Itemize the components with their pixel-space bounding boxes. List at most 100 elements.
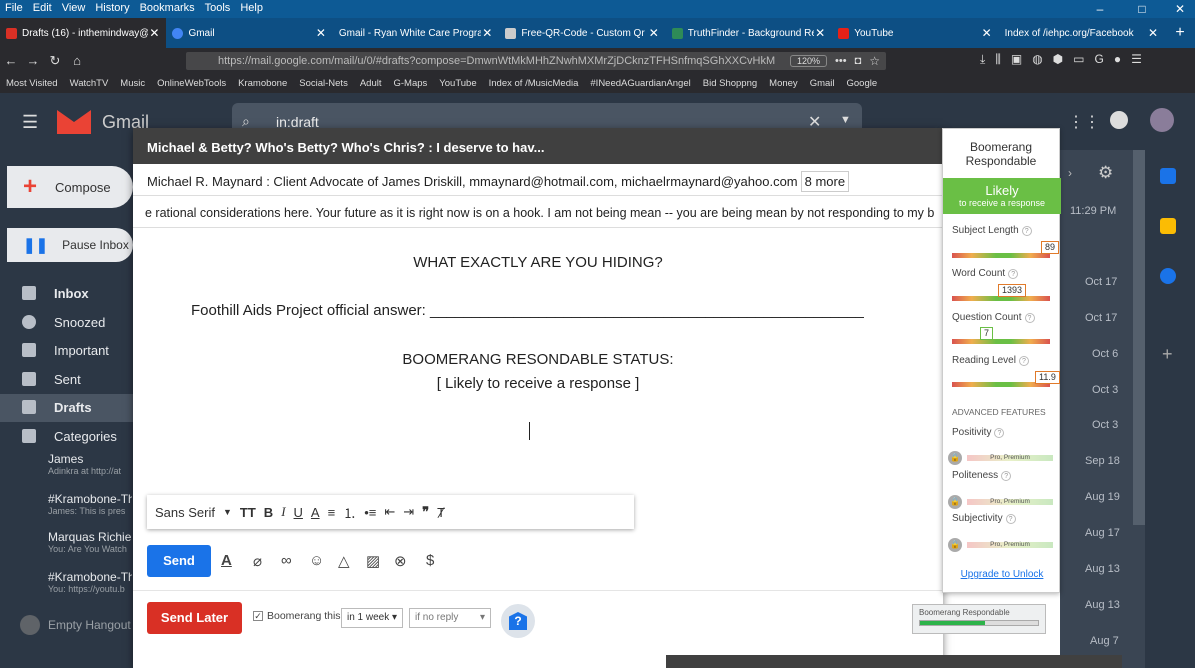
bookmark-youtube[interactable]: YouTube xyxy=(439,78,476,89)
maximize-button[interactable]: □ xyxy=(1127,0,1157,18)
boomerang-time-select[interactable]: in 1 week ▾ xyxy=(341,608,403,628)
bookmark-onlinewebtools[interactable]: OnlineWebTools xyxy=(157,78,226,89)
bookmark-bid-shopping[interactable]: Bid Shoppng xyxy=(703,78,757,89)
compose-title[interactable]: Michael & Betty? Who's Betty? Who's Chri… xyxy=(133,128,943,164)
remove-formatting-icon[interactable]: Ⱦ xyxy=(437,505,445,520)
help-icon[interactable]: ? xyxy=(1005,514,1016,524)
chat-item[interactable]: James Adinkra at http://at xyxy=(20,452,132,476)
bookmark-g-maps[interactable]: G-Maps xyxy=(393,78,427,89)
boomerang-this-checkbox[interactable]: ✓ Boomerang this xyxy=(253,610,341,622)
upgrade-link[interactable]: Upgrade to Unlock xyxy=(943,569,1061,580)
text-size-icon[interactable]: TT xyxy=(240,505,256,520)
bookmark-kramobone[interactable]: Kramobone xyxy=(238,78,287,89)
download-icon[interactable]: ⤓ xyxy=(980,52,985,67)
close-tab-icon[interactable]: ✕ xyxy=(981,26,993,40)
sidebar-item-drafts[interactable]: Drafts xyxy=(22,397,92,417)
add-addon-icon[interactable]: + xyxy=(1162,344,1173,365)
boomerang-help-button[interactable]: ? xyxy=(501,604,535,638)
help-icon[interactable]: ? xyxy=(1008,269,1019,279)
bookmark-money[interactable]: Money xyxy=(769,78,798,89)
page-actions-icon[interactable]: ••• xyxy=(835,55,847,67)
indent-more-icon[interactable]: ⇥ xyxy=(403,504,414,520)
compose-button[interactable]: + Compose xyxy=(7,166,133,208)
home-icon[interactable]: ⌂ xyxy=(66,53,88,68)
help-icon[interactable]: ? xyxy=(994,428,1005,438)
body-line-answer[interactable]: Foothill Aids Project official answer: _… xyxy=(191,302,951,319)
extension-icon[interactable]: ◍ xyxy=(1032,52,1042,67)
message-list-scrollbar[interactable] xyxy=(1133,150,1145,525)
avatar[interactable] xyxy=(1150,108,1174,132)
new-tab-button[interactable]: + xyxy=(1165,18,1195,48)
bookmark-adult[interactable]: Adult xyxy=(360,78,382,89)
settings-gear-icon[interactable]: ⚙ xyxy=(1098,163,1113,183)
forward-icon[interactable]: → xyxy=(22,53,44,68)
menu-bookmarks[interactable]: Bookmarks xyxy=(135,0,200,18)
body-line-status[interactable]: BOOMERANG RESONDABLE STATUS: xyxy=(133,351,943,368)
close-tab-icon[interactable]: ✕ xyxy=(481,26,493,40)
back-icon[interactable]: ← xyxy=(0,53,22,68)
help-icon[interactable]: ? xyxy=(1018,356,1029,366)
photo-icon[interactable]: ▨ xyxy=(366,552,380,570)
body-line-likely[interactable]: [ Likely to receive a response ] xyxy=(133,375,943,392)
subject-field[interactable]: e rational considerations here. Your fut… xyxy=(133,196,943,228)
chat-item[interactable]: #Kramobone-Th James: This is pres xyxy=(20,492,132,516)
indent-less-icon[interactable]: ⇤ xyxy=(384,504,395,520)
money-icon[interactable]: $ xyxy=(426,552,434,569)
pocket-icon[interactable]: ◘ xyxy=(855,55,862,67)
sidebar-item-important[interactable]: Important xyxy=(22,340,109,360)
reload-icon[interactable]: ↻ xyxy=(44,53,66,69)
sidebar-item-categories[interactable]: Categories xyxy=(22,426,117,446)
help-icon[interactable]: ? xyxy=(1024,313,1035,323)
menu-tools[interactable]: Tools xyxy=(200,0,236,18)
search-options-icon[interactable]: ▼ xyxy=(840,114,851,126)
close-tab-icon[interactable]: ✕ xyxy=(315,26,327,40)
bookmark-most-visited[interactable]: Most Visited xyxy=(6,78,58,89)
tab-ryan-white[interactable]: Gmail - Ryan White Care Program ✕ xyxy=(333,18,499,48)
close-tab-icon[interactable]: ✕ xyxy=(814,26,826,40)
menu-view[interactable]: View xyxy=(57,0,91,18)
boomerang-respondable-toggle[interactable]: Boomerang Respondable xyxy=(912,604,1046,634)
main-menu-icon[interactable]: ☰ xyxy=(22,112,38,133)
calendar-icon[interactable] xyxy=(1160,168,1176,184)
keep-icon[interactable] xyxy=(1160,218,1176,234)
font-select[interactable]: Sans Serif xyxy=(155,505,215,520)
url-text[interactable]: https://mail.google.com/mail/u/0/#drafts… xyxy=(218,55,790,67)
apps-grid-icon[interactable]: ⋮⋮ xyxy=(1068,112,1100,132)
bookmark-musicmedia[interactable]: Index of /MusicMedia xyxy=(489,78,579,89)
notifications-icon[interactable] xyxy=(1110,111,1128,129)
menu-file[interactable]: File xyxy=(0,0,28,18)
bookmark-gmail[interactable]: Gmail xyxy=(810,78,835,89)
extension-g-icon[interactable]: G xyxy=(1095,52,1104,67)
library-icon[interactable]: ⫼ xyxy=(995,52,1001,67)
next-page-icon[interactable]: › xyxy=(1068,166,1072,180)
pause-inbox-button[interactable]: ❚❚ Pause Inbox xyxy=(7,228,133,262)
chat-item[interactable]: #Kramobone-Th You: https://youtu.b xyxy=(20,570,132,594)
minimize-button[interactable]: – xyxy=(1085,0,1115,18)
extension-screen-icon[interactable]: ▭ xyxy=(1073,52,1084,67)
tasks-icon[interactable] xyxy=(1160,268,1176,284)
tab-index-facebook[interactable]: Index of /iehpc.org/Facebook ✕ xyxy=(999,18,1165,48)
sidebar-item-sent[interactable]: Sent xyxy=(22,369,81,389)
close-tab-icon[interactable]: ✕ xyxy=(1147,26,1159,40)
font-dropdown-icon[interactable]: ▼ xyxy=(223,507,232,517)
close-tab-icon[interactable]: ✕ xyxy=(648,26,660,40)
bookmark-star-icon[interactable]: ☆ xyxy=(869,54,880,68)
menu-history[interactable]: History xyxy=(90,0,134,18)
drive-icon[interactable]: △ xyxy=(338,552,350,570)
zoom-level[interactable]: 120% xyxy=(789,55,828,67)
close-window-button[interactable]: ✕ xyxy=(1165,0,1195,18)
chat-item[interactable]: Marquas Richie You: Are You Watch xyxy=(20,530,132,554)
bookmark-google[interactable]: Google xyxy=(847,78,878,89)
emoji-icon[interactable]: ☺ xyxy=(309,552,324,569)
tab-drafts[interactable]: Drafts (16) - inthemindway@g...✕ xyxy=(0,18,167,48)
boomerang-condition-select[interactable]: if no reply ▾ xyxy=(409,608,491,628)
bookmark-watchtv[interactable]: WatchTV xyxy=(70,78,109,89)
underline-icon[interactable]: U xyxy=(294,505,303,520)
to-field[interactable]: Michael R. Maynard : Client Advocate of … xyxy=(133,164,943,196)
bookmark-music[interactable]: Music xyxy=(120,78,145,89)
bulleted-list-icon[interactable]: •≡ xyxy=(364,505,376,520)
help-icon[interactable]: ? xyxy=(1021,226,1032,236)
bookmark-social-nets[interactable]: Social-Nets xyxy=(299,78,348,89)
help-icon[interactable]: ? xyxy=(1001,471,1012,481)
more-recipients-button[interactable]: 8 more xyxy=(800,171,850,192)
